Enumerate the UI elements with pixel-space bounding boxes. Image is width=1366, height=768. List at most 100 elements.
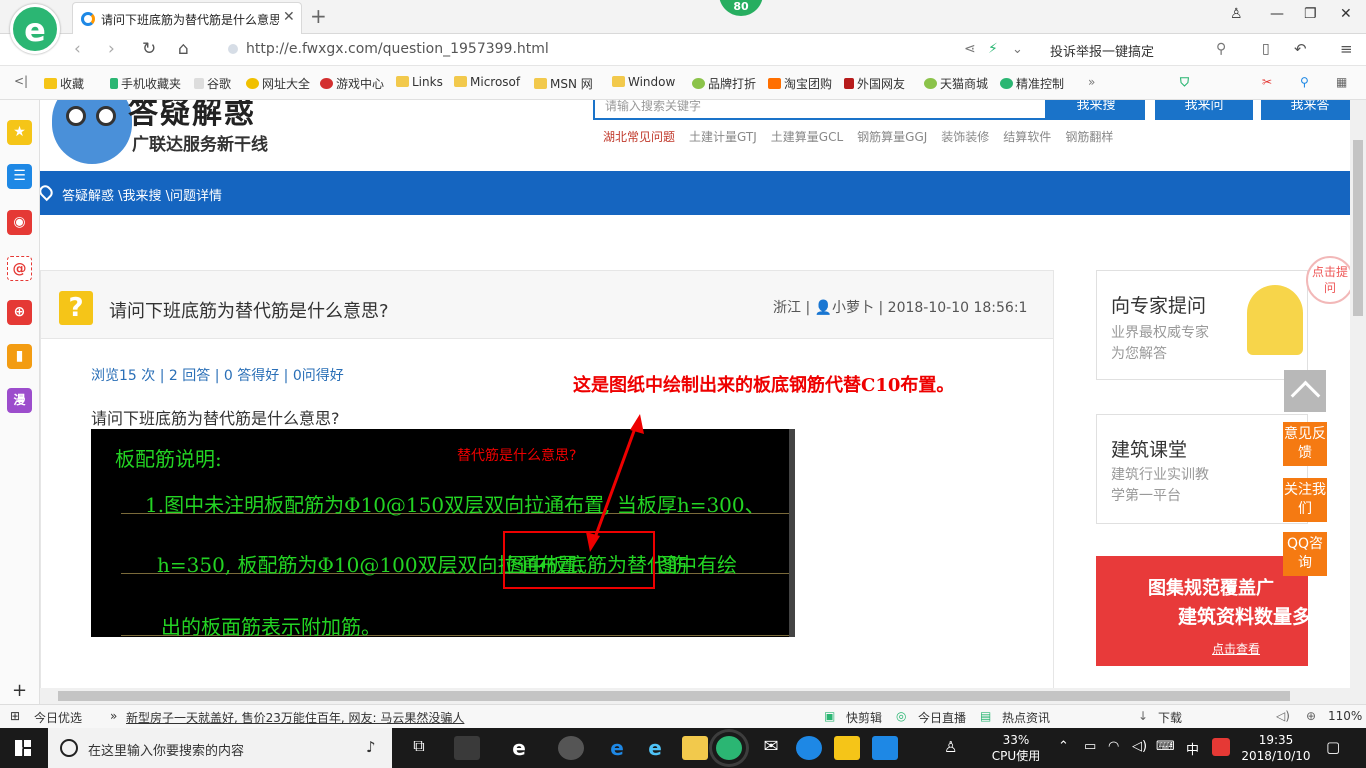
- browser-logo-icon[interactable]: e: [10, 4, 60, 54]
- battery-icon[interactable]: ▭: [1084, 739, 1096, 754]
- lightning-icon[interactable]: ⚡: [988, 41, 998, 57]
- star-icon[interactable]: ★: [7, 120, 32, 145]
- gamepad-icon[interactable]: ⊕: [7, 300, 32, 325]
- promo-banner[interactable]: 图集规范覆盖广 建筑资料数量多 点击查看: [1096, 556, 1308, 666]
- tab-active[interactable]: 请问下班底筋为替代筋是什么意思 ✕: [72, 2, 302, 34]
- status-item[interactable]: 快剪辑: [846, 709, 882, 726]
- wifi-icon[interactable]: ◠: [1108, 739, 1119, 754]
- clock-date[interactable]: 2018/10/10: [1240, 749, 1312, 763]
- edge-browser-icon[interactable]: e: [604, 736, 630, 760]
- back-to-top-button[interactable]: [1284, 370, 1326, 412]
- volume-icon[interactable]: ◁): [1132, 739, 1147, 754]
- hot-link[interactable]: 土建算量GCL: [771, 130, 843, 144]
- bookmark-item[interactable]: 游戏中心: [320, 75, 384, 92]
- bookmark-item[interactable]: Window: [612, 75, 675, 89]
- refresh-icon[interactable]: ↻: [142, 39, 156, 59]
- undo-icon[interactable]: ↶: [1294, 40, 1307, 58]
- list-icon[interactable]: ☰: [7, 164, 32, 189]
- microphone-icon[interactable]: ♪: [366, 738, 376, 756]
- chevron-down-icon[interactable]: ⌄: [1012, 42, 1023, 57]
- ask-expert-card[interactable]: 向专家提问 业界最权威专家 为您解答: [1096, 270, 1308, 380]
- glodon-icon[interactable]: [796, 736, 822, 760]
- news-ticker[interactable]: 新型房子一天就盖好, 售价23万能住百年, 网友: 马云果然没骗人: [126, 709, 464, 726]
- hot-link[interactable]: 钢筋算量GGJ: [857, 130, 927, 144]
- bookmark-item[interactable]: Microsof: [454, 75, 520, 89]
- bookmark-item[interactable]: 网址大全: [246, 75, 310, 92]
- keyboard-icon[interactable]: ⌨: [1156, 739, 1175, 754]
- app-pinwheel-icon[interactable]: [454, 736, 480, 760]
- search-button[interactable]: 我来搜: [1047, 100, 1145, 120]
- plus-app-icon[interactable]: [872, 736, 898, 760]
- collapse-sidebar-icon[interactable]: <|: [14, 74, 28, 88]
- shirt-skin-icon[interactable]: ♙: [1230, 6, 1243, 22]
- bookmark-item[interactable]: MSN 网: [534, 75, 593, 92]
- scissors-icon[interactable]: ✂: [1262, 75, 1272, 89]
- sogou-icon[interactable]: [1212, 738, 1230, 756]
- feedback-button[interactable]: 意见反馈: [1283, 422, 1327, 466]
- book-icon[interactable]: ▮: [7, 344, 32, 369]
- address-input[interactable]: http://e.fwxgx.com/question_1957399.html: [220, 37, 940, 63]
- share-icon[interactable]: ⋖: [964, 41, 976, 57]
- notification-icon[interactable]: ▢: [1326, 738, 1340, 756]
- phone-icon[interactable]: ▯: [1262, 41, 1270, 57]
- search-tool-icon[interactable]: ⚲: [1300, 75, 1309, 89]
- swirl-app-icon[interactable]: [558, 736, 584, 760]
- report-link[interactable]: 投诉举报一键搞定: [1050, 41, 1154, 60]
- browser-taskbar-icon[interactable]: [709, 729, 749, 767]
- today-picks[interactable]: 今日优选: [34, 709, 82, 726]
- weibo-icon[interactable]: ◉: [7, 210, 32, 235]
- shield-icon[interactable]: ⛉: [1180, 75, 1189, 90]
- follow-us-button[interactable]: 关注我们: [1283, 478, 1327, 522]
- minimize-button[interactable]: —: [1270, 6, 1284, 22]
- grid-menu-icon[interactable]: ▦: [1336, 75, 1347, 89]
- search-input[interactable]: 请输入搜索关键字: [593, 100, 1047, 120]
- bookmark-item[interactable]: 手机收藏夹: [110, 75, 181, 92]
- course-card[interactable]: 建筑课堂 建筑行业实训教 学第一平台: [1096, 414, 1308, 524]
- add-icon[interactable]: +: [12, 680, 27, 701]
- click-to-ask-badge[interactable]: 点击提问: [1306, 256, 1350, 304]
- close-window-button[interactable]: ✕: [1340, 6, 1352, 22]
- tray-chevron-up-icon[interactable]: ⌃: [1058, 739, 1069, 754]
- question-stats[interactable]: 浏览15 次 | 2 回答 | 0 答得好 | 0问得好: [91, 365, 344, 385]
- qq-consult-button[interactable]: QQ咨询: [1283, 532, 1327, 576]
- menu-icon[interactable]: ≡: [1340, 40, 1353, 58]
- bookmark-item[interactable]: 谷歌: [194, 75, 231, 92]
- vertical-scrollbar[interactable]: [1350, 100, 1366, 704]
- comic-icon[interactable]: 漫: [7, 388, 32, 413]
- status-item[interactable]: 下载: [1158, 709, 1182, 726]
- home-icon[interactable]: ⌂: [178, 39, 189, 59]
- bookmark-item[interactable]: 天猫商城: [924, 75, 988, 92]
- answer-button[interactable]: 我来答: [1261, 100, 1350, 120]
- ime-indicator[interactable]: 中: [1186, 739, 1199, 758]
- hot-link[interactable]: 装饰装修: [941, 130, 989, 144]
- bookmark-item[interactable]: 淘宝团购: [768, 75, 832, 92]
- bookmark-item[interactable]: 外国网友: [844, 75, 905, 92]
- hot-link[interactable]: 湖北常见问题: [603, 130, 675, 144]
- forward-icon[interactable]: ›: [108, 39, 115, 59]
- volume-icon[interactable]: ◁): [1276, 709, 1290, 723]
- bookmark-item[interactable]: 收藏: [44, 75, 84, 92]
- file-explorer-icon[interactable]: [682, 736, 708, 760]
- task-view-icon[interactable]: ⧉: [406, 736, 432, 760]
- close-tab-icon[interactable]: ✕: [283, 9, 295, 25]
- clock-time[interactable]: 19:35: [1240, 733, 1312, 747]
- edge-icon[interactable]: e: [506, 736, 532, 760]
- new-tab-button[interactable]: +: [310, 4, 327, 28]
- site-title[interactable]: 答疑解惑: [128, 100, 256, 132]
- hot-link[interactable]: 土建计量GTJ: [689, 130, 757, 144]
- horizontal-scrollbar[interactable]: [40, 688, 1350, 704]
- mail-icon[interactable]: ✉: [758, 736, 784, 760]
- back-icon[interactable]: ‹: [74, 39, 81, 59]
- ie-icon[interactable]: e: [642, 736, 668, 760]
- maximize-button[interactable]: ❐: [1304, 6, 1317, 22]
- taskbar-search-input[interactable]: 在这里输入你要搜索的内容 ♪: [48, 728, 392, 768]
- cad-screenshot[interactable]: 板配筋说明: 替代筋是什么意思? 1.图中未注明板配筋为Φ10@150双层双向拉…: [91, 429, 795, 637]
- bookmark-item[interactable]: 精准控制: [1000, 75, 1064, 92]
- mail-icon[interactable]: @: [7, 256, 32, 281]
- status-item[interactable]: 热点资讯: [1002, 709, 1050, 726]
- site-mascot[interactable]: [52, 100, 132, 164]
- people-icon[interactable]: ♙: [944, 738, 957, 756]
- hot-link[interactable]: 结算软件: [1003, 130, 1051, 144]
- bookmark-item[interactable]: Links: [396, 75, 443, 89]
- score-badge[interactable]: 80: [719, 0, 763, 16]
